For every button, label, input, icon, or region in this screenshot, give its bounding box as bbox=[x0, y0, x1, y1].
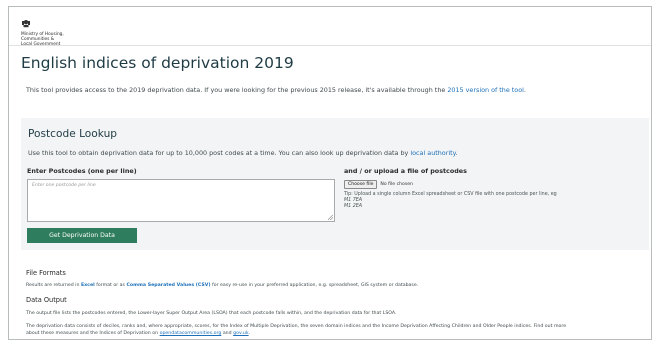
ff-csv: Comma Separated Values (CSV) bbox=[126, 283, 211, 288]
file-formats-text: Results are returned in Excel format or … bbox=[26, 283, 418, 288]
do-text-b: and bbox=[222, 331, 232, 336]
resize-grip-icon[interactable] bbox=[328, 215, 333, 220]
do-text-a: about these measures and the Indices of … bbox=[26, 331, 159, 336]
page-title: English indices of deprivation 2019 bbox=[21, 54, 294, 72]
page-frame: Ministry of Housing, Communities & Local… bbox=[8, 6, 652, 340]
upload-tip: Tip: Upload a single column Excel spread… bbox=[344, 192, 557, 211]
file-formats-heading: File Formats bbox=[26, 269, 66, 277]
ff-text-3: for easy re-use in your preferred applic… bbox=[212, 283, 419, 288]
no-file-chosen-text: No file chosen bbox=[380, 182, 413, 187]
choose-file-button[interactable]: Choose file bbox=[344, 180, 378, 189]
opendatacommunities-link[interactable]: opendatacommunities.org bbox=[160, 331, 222, 336]
get-deprivation-data-button[interactable]: Get Deprivation Data bbox=[27, 228, 137, 243]
gov-uk-link[interactable]: gov.uk bbox=[233, 331, 248, 336]
postcodes-placeholder: Enter one postcode per line bbox=[32, 183, 96, 188]
ff-excel: Excel bbox=[80, 283, 95, 288]
royal-crest-icon bbox=[22, 20, 30, 28]
intro-end: . bbox=[523, 86, 526, 94]
intro-body: This tool provides access to the 2019 de… bbox=[26, 86, 446, 94]
department-logo[interactable]: Ministry of Housing, Communities & Local… bbox=[21, 13, 64, 48]
postcodes-textarea[interactable]: Enter one postcode per line bbox=[27, 179, 335, 222]
file-upload-control: Choose file No file chosen bbox=[344, 180, 413, 189]
lookup-desc-text: Use this tool to obtain deprivation data… bbox=[28, 149, 409, 157]
local-authority-link[interactable]: local authority bbox=[410, 149, 455, 157]
data-output-para-3: about these measures and the Indices of … bbox=[26, 331, 250, 336]
data-output-para-1: The output file lists the postcodes ente… bbox=[26, 311, 397, 316]
upload-tip-text: Tip: Upload a single column Excel spread… bbox=[344, 192, 557, 197]
data-output-heading: Data Output bbox=[26, 296, 67, 304]
previous-version-link[interactable]: 2015 version of the tool bbox=[447, 86, 524, 94]
ff-text-2: format or as bbox=[96, 283, 125, 288]
lookup-description: Use this tool to obtain deprivation data… bbox=[28, 149, 458, 157]
intro-text: This tool provides access to the 2019 de… bbox=[26, 86, 526, 94]
upload-label: and / or upload a file of postcodes bbox=[344, 167, 467, 175]
lookup-heading: Postcode Lookup bbox=[28, 128, 118, 140]
do-text-c: . bbox=[248, 331, 251, 336]
header-divider bbox=[9, 45, 651, 46]
data-output-para-2: The deprivation data consists of deciles… bbox=[26, 324, 567, 329]
lookup-desc-end: . bbox=[455, 149, 458, 157]
postcodes-label: Enter Postcodes (one per line) bbox=[27, 167, 137, 175]
ff-text-1: Results are returned in bbox=[26, 283, 80, 288]
tip-example-2: M1 2EA bbox=[344, 204, 363, 210]
